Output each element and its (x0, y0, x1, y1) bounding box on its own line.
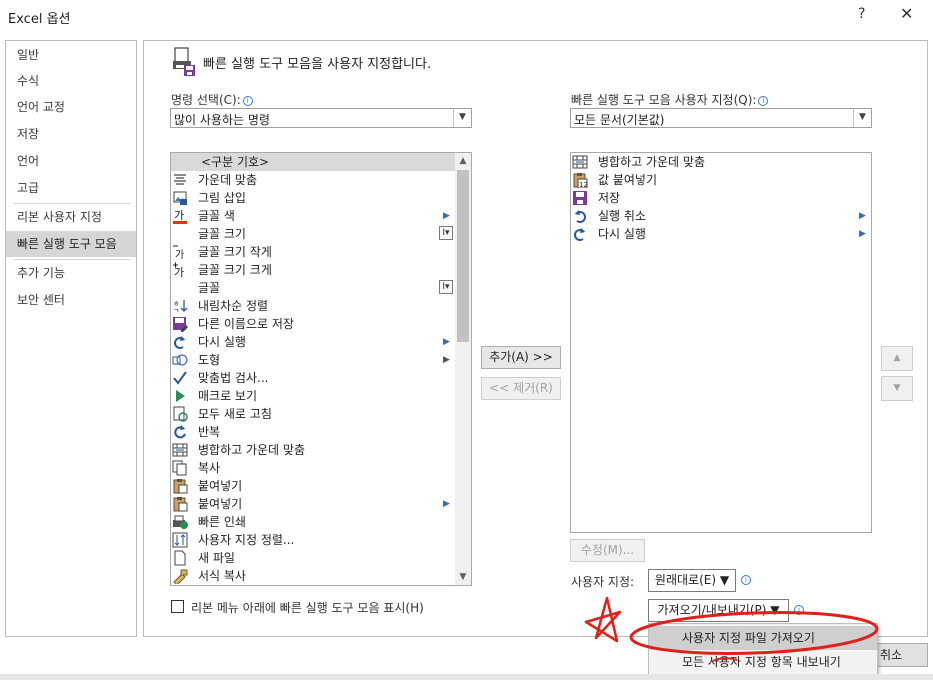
bottom-strip (0, 674, 933, 680)
red-annotation (584, 596, 879, 662)
